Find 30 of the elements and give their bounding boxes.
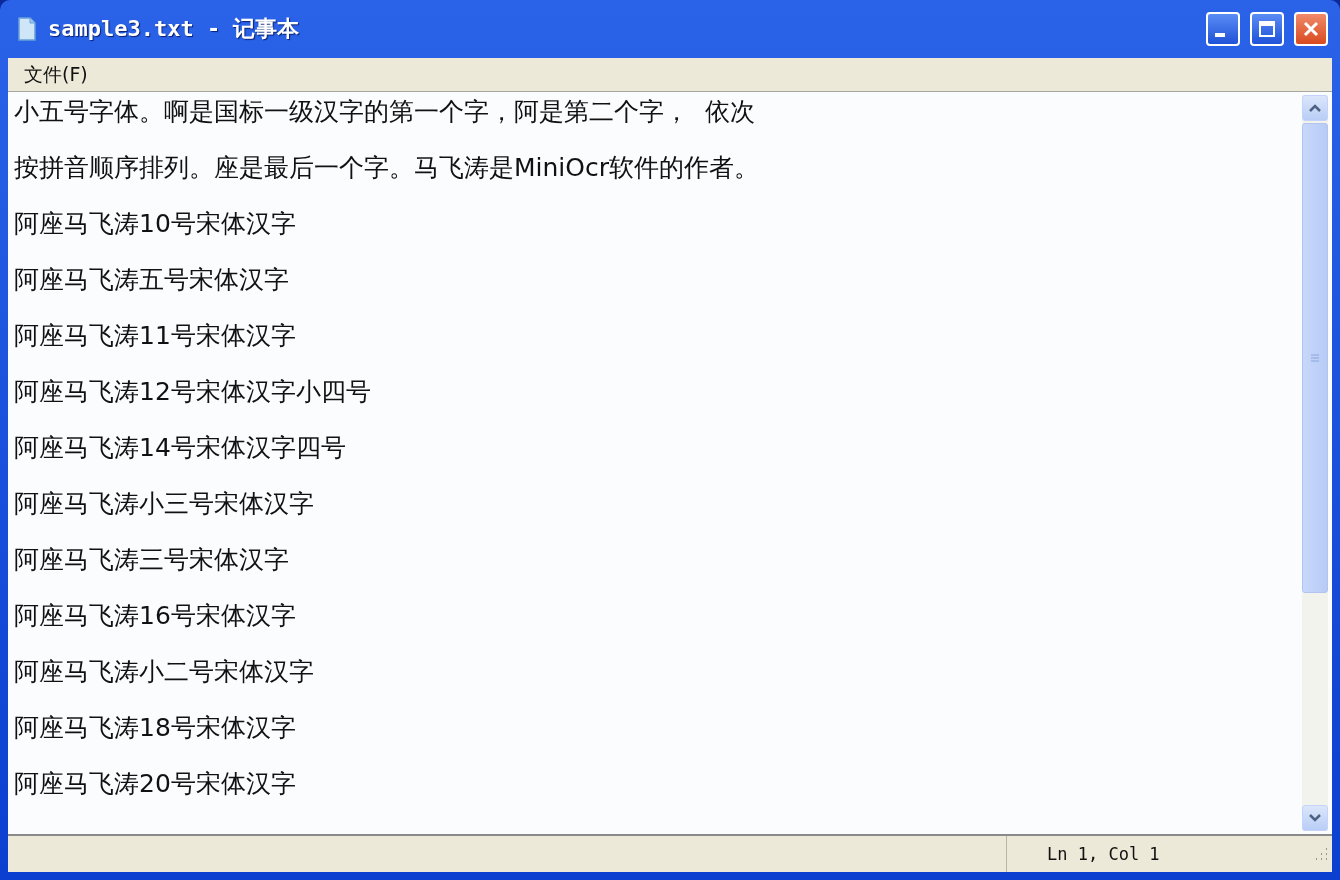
- close-button[interactable]: [1294, 12, 1328, 46]
- text-line: 阿座马飞涛五号宋体汉字: [14, 264, 290, 296]
- text-line: 阿座马飞涛12号宋体汉字小四号: [14, 376, 372, 408]
- grip-icon: [1310, 353, 1320, 363]
- text-line: 小五号字体。啊是国标一级汉字的第一个字，阿是第二个字， 依次: [14, 96, 756, 128]
- cursor-position: Ln 1, Col 1: [1047, 844, 1160, 864]
- scrollbar-thumb[interactable]: [1302, 123, 1328, 593]
- text-line: 阿座马飞涛11号宋体汉字: [14, 320, 297, 352]
- menu-item[interactable]: 文件(F): [20, 59, 92, 90]
- text-line: 阿座马飞涛20号宋体汉字: [14, 768, 297, 800]
- text-line: 按拼音顺序排列。座是最后一个字。马飞涛是MiniOcr软件的作者。: [14, 152, 760, 184]
- window-title: sample3.txt - 记事本: [48, 15, 301, 43]
- maximize-icon: [1258, 20, 1276, 38]
- text-line: 阿座马飞涛小三号宋体汉字: [14, 488, 315, 520]
- maximize-button[interactable]: [1250, 12, 1284, 46]
- close-icon: [1302, 20, 1320, 38]
- minimize-icon: [1215, 33, 1225, 37]
- resize-grip-icon: [1314, 847, 1328, 861]
- text-line: 阿座马飞涛18号宋体汉字: [14, 712, 297, 744]
- chevron-down-icon: [1309, 814, 1321, 822]
- text-line: 阿座马飞涛三号宋体汉字: [14, 544, 290, 576]
- text-line: 阿座马飞涛小二号宋体汉字: [14, 656, 315, 688]
- notepad-icon: [16, 16, 38, 42]
- text-line: 阿座马飞涛10号宋体汉字: [14, 208, 297, 240]
- text-line: 阿座马飞涛14号宋体汉字四号: [14, 432, 347, 464]
- scroll-up-button[interactable]: [1302, 95, 1328, 121]
- scroll-down-button[interactable]: [1302, 805, 1328, 831]
- text-line: 阿座马飞涛16号宋体汉字: [14, 600, 297, 632]
- minimize-button[interactable]: [1206, 12, 1240, 46]
- chevron-up-icon: [1309, 104, 1321, 112]
